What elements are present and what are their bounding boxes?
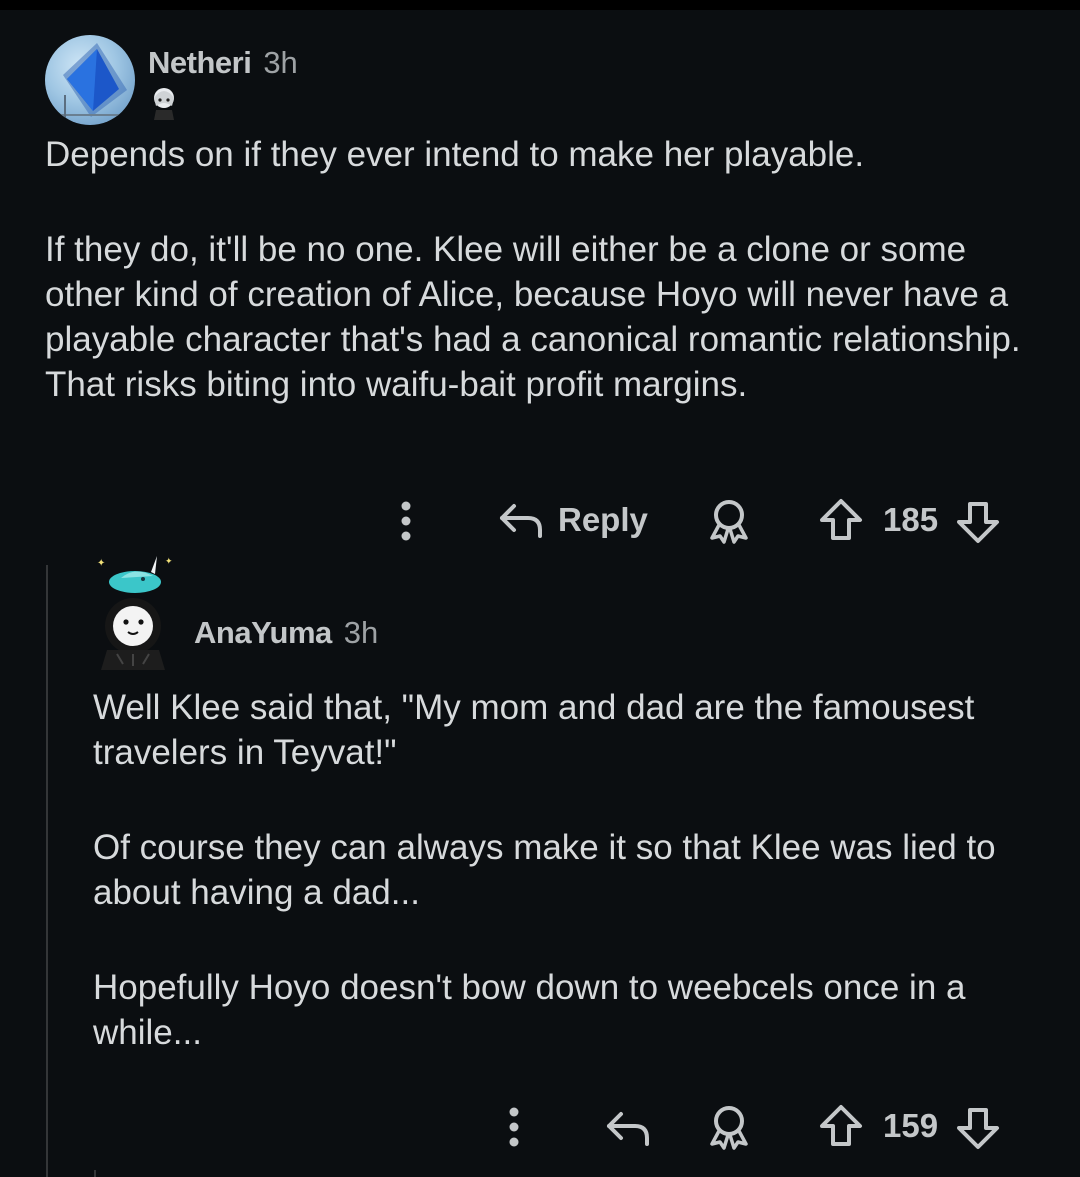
comment-thread: Netheri 3h Depends on if they ever inten… xyxy=(0,0,1080,1177)
comment-paragraph: Of course they can always make it so tha… xyxy=(93,828,996,912)
award-icon[interactable] xyxy=(707,1104,751,1150)
comment-body: Well Klee said that, "My mom and dad are… xyxy=(93,685,1053,1055)
status-bar-edge xyxy=(0,0,1080,10)
upvote-arrow-icon[interactable] xyxy=(818,1104,864,1148)
username[interactable]: AnaYuma xyxy=(194,615,332,651)
comment-meta: Netheri 3h xyxy=(148,45,298,81)
reply-button[interactable]: Reply xyxy=(498,500,648,540)
reply-arrow-icon[interactable] xyxy=(605,1108,651,1148)
comment-paragraph: Hopefully Hoyo doesn't bow down to weebc… xyxy=(93,968,966,1052)
avatar[interactable] xyxy=(45,35,135,125)
comment-paragraph: Depends on if they ever intend to make h… xyxy=(45,135,865,174)
thread-line[interactable] xyxy=(46,565,48,1177)
comment-paragraph: If they do, it'll be no one. Klee will e… xyxy=(45,230,1021,404)
more-vertical-icon[interactable] xyxy=(500,1104,528,1150)
more-vertical-icon[interactable] xyxy=(392,498,420,544)
reply-arrow-icon xyxy=(498,500,544,540)
thread-line xyxy=(94,1170,96,1177)
comment-meta: AnaYuma 3h xyxy=(194,615,378,651)
comment-actions: 159 xyxy=(0,1102,1080,1152)
downvote-arrow-icon[interactable] xyxy=(955,1106,1001,1150)
vote-score: 159 xyxy=(883,1107,939,1144)
comment-body: Depends on if they ever intend to make h… xyxy=(45,132,1035,407)
user-flair-icon xyxy=(148,84,180,122)
comment-actions: Reply 185 xyxy=(0,496,1080,546)
reply-label: Reply xyxy=(558,501,648,538)
timestamp: 3h xyxy=(343,615,379,650)
vote-score: 185 xyxy=(883,501,939,538)
timestamp: 3h xyxy=(263,45,298,80)
svg-text:✦: ✦ xyxy=(97,558,105,569)
comment-paragraph: Well Klee said that, "My mom and dad are… xyxy=(93,688,975,772)
upvote-arrow-icon[interactable] xyxy=(818,498,864,542)
avatar[interactable]: ✦ ✦ xyxy=(93,552,179,672)
award-icon[interactable] xyxy=(707,498,751,544)
svg-text:✦: ✦ xyxy=(165,557,173,567)
username[interactable]: Netheri xyxy=(148,45,252,81)
downvote-arrow-icon[interactable] xyxy=(955,500,1001,544)
